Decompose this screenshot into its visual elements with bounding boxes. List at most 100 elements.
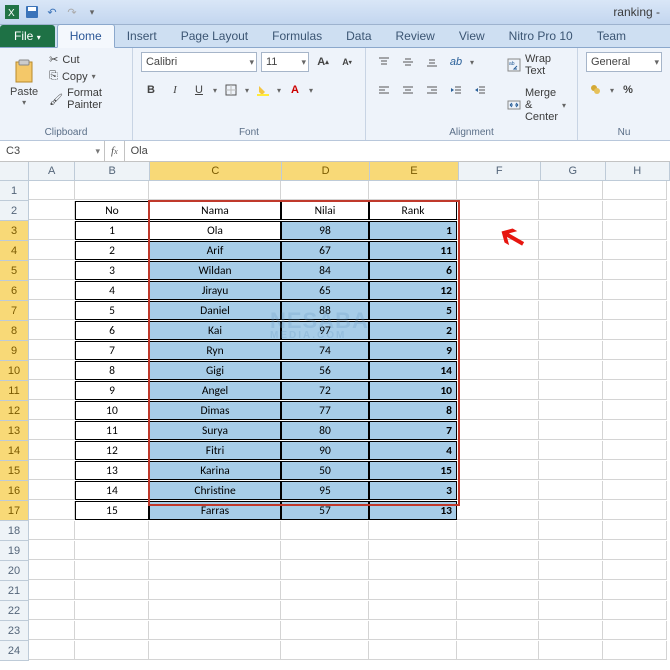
cell[interactable]: Christine (149, 481, 281, 500)
cell[interactable] (29, 641, 75, 660)
cell[interactable] (539, 361, 603, 380)
cell[interactable] (369, 561, 457, 580)
tab-team[interactable]: Team (585, 25, 638, 47)
cell[interactable] (281, 621, 369, 640)
cell[interactable] (603, 321, 667, 340)
increase-indent-button[interactable] (470, 80, 490, 100)
font-color-button[interactable]: A (285, 80, 305, 100)
cell[interactable] (603, 601, 667, 620)
cell[interactable]: 12 (75, 441, 149, 460)
row-header[interactable]: 3 (0, 221, 29, 241)
cell[interactable] (457, 541, 539, 560)
cell[interactable] (539, 641, 603, 660)
cell[interactable]: 6 (369, 261, 457, 280)
cell[interactable]: Dimas (149, 401, 281, 420)
cell[interactable] (539, 441, 603, 460)
cell[interactable] (539, 201, 603, 220)
cell[interactable] (457, 201, 539, 220)
cell[interactable] (539, 621, 603, 640)
undo-icon[interactable]: ↶ (44, 4, 60, 20)
col-header-d[interactable]: D (282, 162, 370, 180)
fill-color-button[interactable] (253, 80, 273, 100)
cell[interactable] (149, 641, 281, 660)
cell[interactable]: Nama (149, 201, 281, 220)
cell[interactable]: Kai (149, 321, 281, 340)
row-header[interactable]: 10 (0, 361, 29, 381)
row-header[interactable]: 8 (0, 321, 29, 341)
cell[interactable] (457, 641, 539, 660)
cell[interactable]: Arif (149, 241, 281, 260)
cell[interactable] (29, 361, 75, 380)
align-bottom-button[interactable] (422, 52, 442, 72)
cell[interactable] (539, 481, 603, 500)
cell[interactable]: 10 (369, 381, 457, 400)
cell[interactable] (603, 381, 667, 400)
cell[interactable]: 12 (369, 281, 457, 300)
cell[interactable] (539, 601, 603, 620)
cell[interactable] (457, 361, 539, 380)
align-left-button[interactable] (374, 80, 394, 100)
cell[interactable] (539, 261, 603, 280)
cell[interactable] (457, 241, 539, 260)
cell[interactable] (29, 581, 75, 600)
row-header[interactable]: 5 (0, 261, 29, 281)
wrap-text-button[interactable]: abWrap Text (504, 52, 569, 78)
format-painter-button[interactable]: 🖌Format Painter (46, 86, 124, 112)
cell[interactable] (539, 241, 603, 260)
cell[interactable] (149, 601, 281, 620)
cell[interactable]: Angel (149, 381, 281, 400)
cell[interactable] (29, 241, 75, 260)
cell[interactable]: 8 (369, 401, 457, 420)
cell[interactable] (75, 561, 149, 580)
cell[interactable] (75, 181, 149, 200)
cell[interactable] (29, 461, 75, 480)
cell[interactable]: Ryn (149, 341, 281, 360)
cell[interactable] (75, 601, 149, 620)
cell[interactable] (369, 541, 457, 560)
cell[interactable]: 84 (281, 261, 369, 280)
copy-button[interactable]: ⎘Copy ▾ (46, 69, 124, 84)
cell[interactable]: 72 (281, 381, 369, 400)
col-header-e[interactable]: E (370, 162, 458, 180)
cell[interactable]: 11 (75, 421, 149, 440)
fx-icon[interactable]: fx (111, 145, 118, 157)
accounting-format-button[interactable] (586, 80, 606, 100)
shrink-font-button[interactable]: A▾ (337, 52, 357, 72)
cell[interactable] (29, 181, 75, 200)
tab-review[interactable]: Review (384, 25, 447, 47)
cell[interactable] (369, 601, 457, 620)
orientation-button[interactable]: ab (446, 52, 466, 72)
cell[interactable]: Nilai (281, 201, 369, 220)
cell[interactable] (539, 541, 603, 560)
cell[interactable] (539, 221, 603, 240)
cell[interactable] (149, 621, 281, 640)
cell[interactable] (603, 501, 667, 520)
cell[interactable]: 5 (75, 301, 149, 320)
cell[interactable] (539, 461, 603, 480)
row-header[interactable]: 6 (0, 281, 29, 301)
cell[interactable] (281, 601, 369, 620)
row-header[interactable]: 2 (0, 201, 29, 221)
merge-center-button[interactable]: Merge & Center ▾ (504, 86, 569, 124)
borders-button[interactable] (221, 80, 241, 100)
cell[interactable] (29, 521, 75, 540)
cell[interactable]: Daniel (149, 301, 281, 320)
align-top-button[interactable] (374, 52, 394, 72)
cell[interactable] (457, 181, 539, 200)
cell[interactable]: 74 (281, 341, 369, 360)
cell[interactable] (603, 641, 667, 660)
cell[interactable] (149, 561, 281, 580)
cell[interactable] (29, 301, 75, 320)
cell[interactable]: 7 (369, 421, 457, 440)
cell[interactable]: 80 (281, 421, 369, 440)
cell[interactable] (603, 421, 667, 440)
cell[interactable]: 11 (369, 241, 457, 260)
row-header[interactable]: 18 (0, 521, 29, 541)
cell[interactable]: No (75, 201, 149, 220)
col-header-b[interactable]: B (75, 162, 149, 180)
row-header[interactable]: 12 (0, 401, 29, 421)
col-header-f[interactable]: F (459, 162, 541, 180)
row-header[interactable]: 22 (0, 601, 29, 621)
cell[interactable] (539, 281, 603, 300)
cell[interactable] (29, 621, 75, 640)
